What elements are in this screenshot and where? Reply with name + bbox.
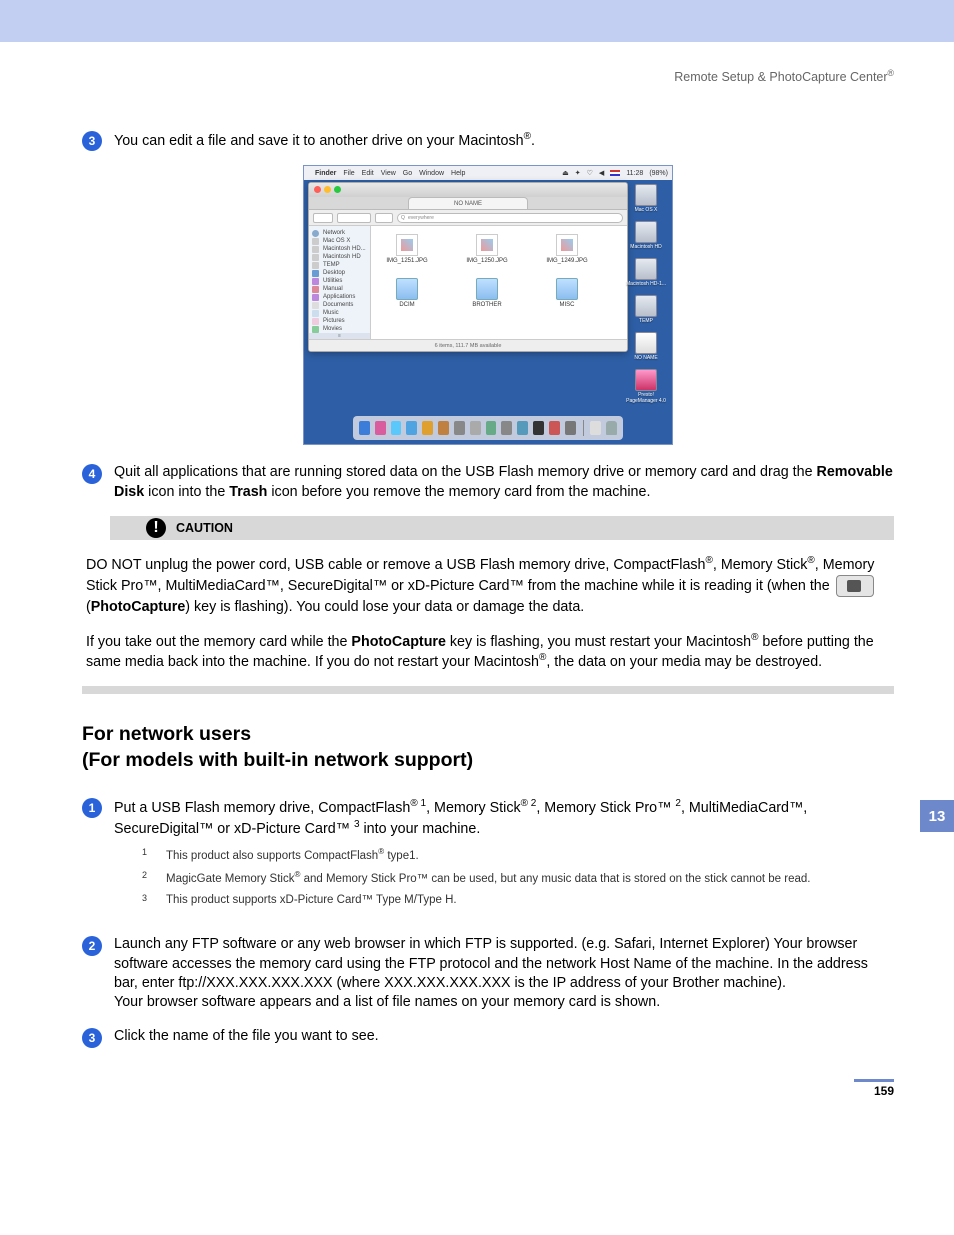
network-step-1: 1 Put a USB Flash memory drive, CompactF…	[82, 797, 894, 922]
dock-icon	[517, 421, 528, 435]
removable-disk-icon	[635, 332, 657, 354]
section-divider	[82, 686, 894, 694]
dock-icon	[533, 421, 544, 435]
dock-icon	[422, 421, 433, 435]
desktop-icons: Mac OS X Macintosh HD Macintosh HD-1... …	[626, 184, 666, 404]
mac-menubar: Finder File Edit View Go Window Help ⏏✦♡…	[304, 166, 672, 180]
top-color-bar	[0, 0, 954, 42]
finder-dock-icon	[359, 421, 370, 435]
caution-header: ! CAUTION	[110, 516, 894, 540]
chapter-tab: 13	[920, 800, 954, 832]
volume-icon	[635, 258, 657, 280]
search-field: Qeverywhere	[397, 213, 623, 223]
action-button	[375, 213, 393, 223]
step-3-text: You can edit a file and save it to anoth…	[114, 130, 894, 151]
dock-icon	[486, 421, 497, 435]
folder-icon	[476, 278, 498, 300]
mac-desktop-screenshot: Finder File Edit View Go Window Help ⏏✦♡…	[303, 165, 673, 445]
photocapture-key-icon	[836, 575, 874, 597]
step-number-3b: 3	[82, 1028, 102, 1048]
flag-icon	[610, 170, 620, 176]
jpg-file-icon	[396, 234, 418, 256]
header-title: Remote Setup & PhotoCapture Center®	[82, 68, 894, 84]
footnote-3: 3This product supports xD-Picture Card™ …	[142, 893, 894, 908]
step-number-4: 4	[82, 464, 102, 484]
network-step-3-text: Click the name of the file you want to s…	[114, 1027, 894, 1048]
menubar-finder: Finder	[315, 170, 336, 177]
step-4-text: Quit all applications that are running s…	[114, 463, 894, 502]
jpg-file-icon	[476, 234, 498, 256]
caution-body: DO NOT unplug the power cord, USB cable …	[82, 554, 894, 672]
trash-dock-icon	[606, 421, 617, 435]
dock-icon	[590, 421, 601, 435]
nav-back-forward	[313, 213, 333, 223]
dock-icon	[549, 421, 560, 435]
dock-icon	[375, 421, 386, 435]
step-number-1: 1	[82, 798, 102, 818]
folder-icon	[396, 278, 418, 300]
step-number-2: 2	[82, 936, 102, 956]
zoom-icon	[334, 186, 341, 193]
step-4: 4 Quit all applications that are running…	[82, 463, 894, 502]
safari-dock-icon	[406, 421, 417, 435]
finder-status-bar: 6 items, 111.7 MB available	[309, 339, 627, 351]
caution-label: CAUTION	[176, 521, 233, 535]
app-alias-icon	[635, 369, 657, 391]
dock-icon	[438, 421, 449, 435]
jpg-file-icon	[556, 234, 578, 256]
volume-icon	[635, 295, 657, 317]
mac-dock	[353, 416, 623, 440]
minimize-icon	[324, 186, 331, 193]
finder-window: NO NAME Qeverywhere Network Mac OS X Mac…	[308, 182, 628, 352]
window-title: NO NAME	[408, 197, 528, 209]
page-number: 159	[874, 1084, 894, 1098]
volume-icon	[635, 221, 657, 243]
dock-icon	[470, 421, 481, 435]
finder-sidebar: Network Mac OS X Macintosh HD... Macinto…	[309, 226, 371, 339]
footnote-1: 1This product also supports CompactFlash…	[142, 847, 894, 864]
network-step-1-text: Put a USB Flash memory drive, CompactFla…	[114, 797, 894, 922]
network-step-3: 3 Click the name of the file you want to…	[82, 1027, 894, 1048]
finder-content: IMG_1251.JPG IMG_1250.JPG IMG_1249.JPG D…	[371, 226, 627, 339]
dock-icon	[391, 421, 402, 435]
close-icon	[314, 186, 321, 193]
page-number-rule	[854, 1079, 894, 1082]
network-step-2-text: Launch any FTP software or any web brows…	[114, 935, 894, 1012]
folder-icon	[556, 278, 578, 300]
step-number-3: 3	[82, 131, 102, 151]
caution-icon: !	[146, 518, 166, 538]
dock-icon	[565, 421, 576, 435]
dock-icon	[454, 421, 465, 435]
step-3: 3 You can edit a file and save it to ano…	[82, 130, 894, 151]
dock-icon	[501, 421, 512, 435]
section-heading: For network users (For models with built…	[82, 722, 894, 773]
footnote-2: 2MagicGate Memory Stick® and Memory Stic…	[142, 870, 894, 887]
view-mode-buttons	[337, 213, 371, 223]
volume-icon	[635, 184, 657, 206]
network-step-2: 2 Launch any FTP software or any web bro…	[82, 935, 894, 1012]
